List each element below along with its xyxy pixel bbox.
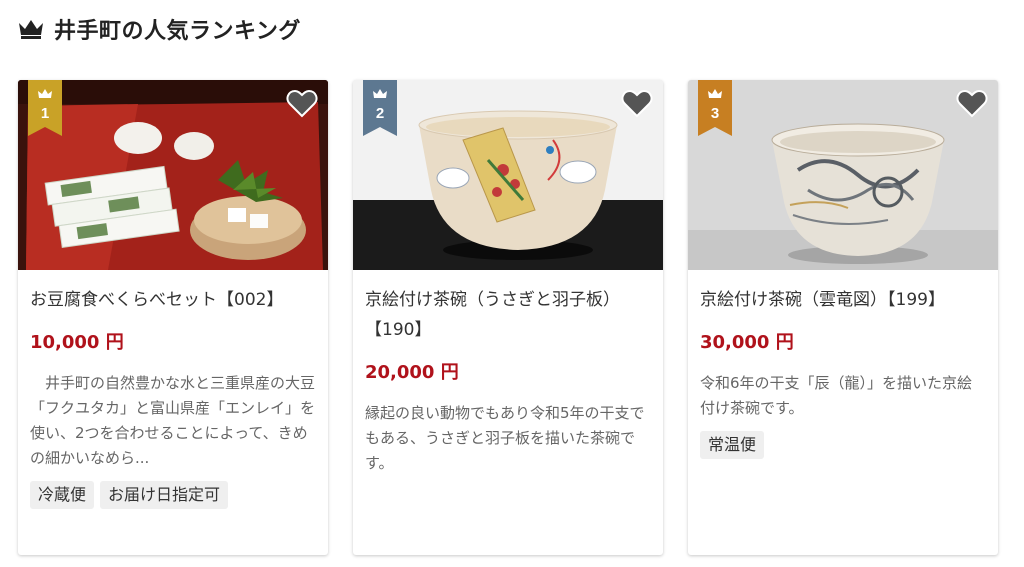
product-name[interactable]: お豆腐食べくらべセット【002】 xyxy=(30,285,316,315)
rank-number: 1 xyxy=(40,105,50,122)
product-card[interactable]: 2 京絵付け茶碗（うさぎと羽子板）【190】 20,000 円 縁起の良い動物で… xyxy=(353,80,663,555)
rank-number: 2 xyxy=(375,105,385,122)
tag-badge: お届け日指定可 xyxy=(100,481,229,509)
product-price: 30,000 円 xyxy=(700,332,794,353)
crown-icon xyxy=(373,89,387,98)
product-description: 縁起の良い動物でもあり令和5年の干支でもある、うさぎと羽子板を描いた茶碗です。 xyxy=(365,404,645,472)
tag-badge: 常温便 xyxy=(700,431,765,459)
ranking-heading: 井手町の人気ランキング xyxy=(18,14,301,44)
tag-list: 冷蔵便 お届け日指定可 xyxy=(30,481,316,509)
product-card[interactable]: 3 京絵付け茶碗（雲竜図）【199】 30,000 円 令和6年の干支「辰（龍）… xyxy=(688,80,998,555)
tag-list: 常温便 xyxy=(700,431,986,459)
product-image[interactable] xyxy=(688,80,998,270)
product-description: 井手町の自然豊かな水と三重県産の大豆「フクユタカ」と富山県産「エンレイ」を使い、… xyxy=(30,374,316,467)
crown-icon xyxy=(19,20,43,39)
favorite-heart-button[interactable] xyxy=(286,89,318,119)
crown-icon xyxy=(38,89,52,98)
rank-number: 3 xyxy=(710,105,720,122)
crown-icon xyxy=(708,89,722,98)
product-price: 10,000 円 xyxy=(30,332,124,353)
page-title: 井手町の人気ランキング xyxy=(54,19,301,44)
product-card[interactable]: 1 お豆腐食べくらべセット【002】 10,000 円 井手町の自然豊かな水と三… xyxy=(18,80,328,555)
product-name[interactable]: 京絵付け茶碗（うさぎと羽子板）【190】 xyxy=(365,285,651,345)
tag-badge: 冷蔵便 xyxy=(30,481,95,509)
favorite-heart-button[interactable] xyxy=(956,89,988,119)
favorite-heart-button[interactable] xyxy=(621,89,653,119)
product-price: 20,000 円 xyxy=(365,362,459,383)
product-name[interactable]: 京絵付け茶碗（雲竜図）【199】 xyxy=(700,285,986,315)
product-image[interactable] xyxy=(353,80,663,270)
product-image[interactable] xyxy=(18,80,328,270)
product-description: 令和6年の干支「辰（龍）」を描いた京絵付け茶碗です。 xyxy=(700,374,973,417)
